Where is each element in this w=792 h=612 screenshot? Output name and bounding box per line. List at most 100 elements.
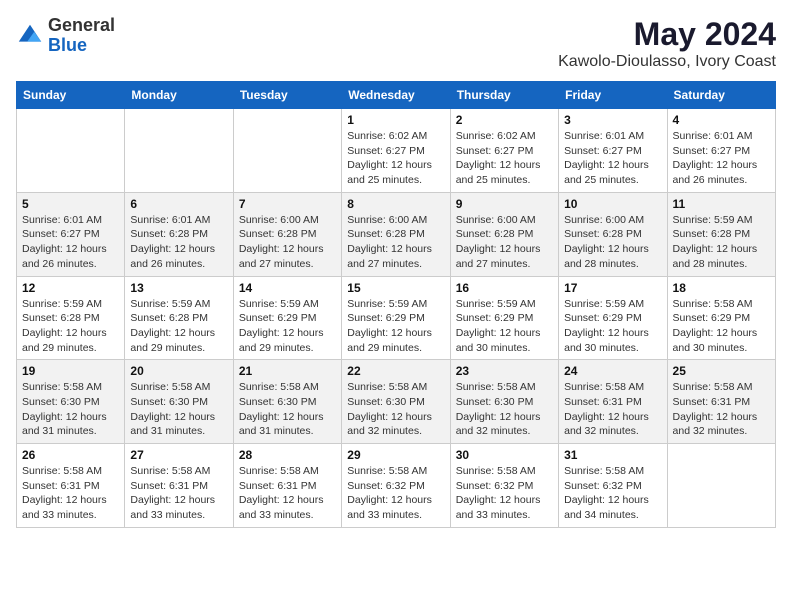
logo-general-text: General xyxy=(48,16,115,36)
day-number: 13 xyxy=(130,281,227,295)
calendar-header-thursday: Thursday xyxy=(450,82,558,109)
calendar-cell: 16Sunrise: 5:59 AMSunset: 6:29 PMDayligh… xyxy=(450,276,558,360)
calendar-cell xyxy=(233,109,341,193)
calendar-cell: 20Sunrise: 5:58 AMSunset: 6:30 PMDayligh… xyxy=(125,360,233,444)
day-info: Sunrise: 6:00 AMSunset: 6:28 PMDaylight:… xyxy=(456,213,553,272)
calendar-cell: 15Sunrise: 5:59 AMSunset: 6:29 PMDayligh… xyxy=(342,276,450,360)
calendar-header-sunday: Sunday xyxy=(17,82,125,109)
day-info: Sunrise: 5:59 AMSunset: 6:28 PMDaylight:… xyxy=(130,297,227,356)
month-title: May 2024 xyxy=(558,16,776,53)
day-number: 11 xyxy=(673,197,770,211)
day-info: Sunrise: 6:02 AMSunset: 6:27 PMDaylight:… xyxy=(456,129,553,188)
calendar-week-row: 19 Sunrise: 5:58 AMSunset: 6:30 PMDayligh… xyxy=(17,360,776,444)
day-info: Sunrise: 5:59 AMSunset: 6:29 PMDaylight:… xyxy=(456,297,553,356)
day-info: Sunrise: 5:58 AMSunset: 6:30 PMDaylight:… xyxy=(456,380,553,439)
calendar-cell: 28 Sunrise: 5:58 AMSunset: 6:31 PMDayligh… xyxy=(233,444,341,528)
calendar-cell: 22 Sunrise: 5:58 AMSunset: 6:30 PMDayligh… xyxy=(342,360,450,444)
calendar-header-monday: Monday xyxy=(125,82,233,109)
calendar-cell xyxy=(125,109,233,193)
day-info: Sunrise: 5:58 AMSunset: 6:31 PMDaylight:… xyxy=(673,380,770,439)
day-number: 20 xyxy=(130,364,227,378)
day-info: Sunrise: 6:02 AMSunset: 6:27 PMDaylight:… xyxy=(347,129,444,188)
day-number: 6 xyxy=(130,197,227,211)
calendar-cell: 25 Sunrise: 5:58 AMSunset: 6:31 PMDayligh… xyxy=(667,360,775,444)
day-number: 21 xyxy=(239,364,336,378)
day-number: 7 xyxy=(239,197,336,211)
day-info: Sunrise: 5:58 AMSunset: 6:31 PMDaylight:… xyxy=(130,464,227,523)
calendar-cell: 1 Sunrise: 6:02 AMSunset: 6:27 PMDaylight… xyxy=(342,109,450,193)
day-number: 28 xyxy=(239,448,336,462)
calendar-cell: 3 Sunrise: 6:01 AMSunset: 6:27 PMDaylight… xyxy=(559,109,667,193)
day-info: Sunrise: 6:01 AMSunset: 6:27 PMDaylight:… xyxy=(673,129,770,188)
calendar-week-row: 5 Sunrise: 6:01 AMSunset: 6:27 PMDaylight… xyxy=(17,192,776,276)
day-info: Sunrise: 5:59 AMSunset: 6:29 PMDaylight:… xyxy=(239,297,336,356)
day-info: Sunrise: 5:59 AMSunset: 6:29 PMDaylight:… xyxy=(564,297,661,356)
day-info: Sunrise: 5:58 AMSunset: 6:31 PMDaylight:… xyxy=(22,464,119,523)
calendar-cell: 31Sunrise: 5:58 AMSunset: 6:32 PMDayligh… xyxy=(559,444,667,528)
day-info: Sunrise: 5:58 AMSunset: 6:32 PMDaylight:… xyxy=(347,464,444,523)
calendar-cell: 29Sunrise: 5:58 AMSunset: 6:32 PMDayligh… xyxy=(342,444,450,528)
day-info: Sunrise: 5:58 AMSunset: 6:30 PMDaylight:… xyxy=(22,380,119,439)
day-number: 5 xyxy=(22,197,119,211)
calendar-cell: 13 Sunrise: 5:59 AMSunset: 6:28 PMDayligh… xyxy=(125,276,233,360)
day-number: 14 xyxy=(239,281,336,295)
calendar-cell: 11 Sunrise: 5:59 AMSunset: 6:28 PMDayligh… xyxy=(667,192,775,276)
calendar-cell: 9 Sunrise: 6:00 AMSunset: 6:28 PMDaylight… xyxy=(450,192,558,276)
calendar-header-friday: Friday xyxy=(559,82,667,109)
day-number: 19 xyxy=(22,364,119,378)
page-header: General Blue May 2024 Kawolo-Dioulasso, … xyxy=(16,16,776,71)
calendar-cell: 7 Sunrise: 6:00 AMSunset: 6:28 PMDaylight… xyxy=(233,192,341,276)
calendar-header-row: SundayMondayTuesdayWednesdayThursdayFrid… xyxy=(17,82,776,109)
day-number: 9 xyxy=(456,197,553,211)
day-number: 18 xyxy=(673,281,770,295)
calendar-week-row: 26 Sunrise: 5:58 AMSunset: 6:31 PMDayligh… xyxy=(17,444,776,528)
calendar-cell: 17 Sunrise: 5:59 AMSunset: 6:29 PMDayligh… xyxy=(559,276,667,360)
day-info: Sunrise: 6:00 AMSunset: 6:28 PMDaylight:… xyxy=(239,213,336,272)
day-info: Sunrise: 6:01 AMSunset: 6:27 PMDaylight:… xyxy=(22,213,119,272)
calendar-cell: 23 Sunrise: 5:58 AMSunset: 6:30 PMDayligh… xyxy=(450,360,558,444)
day-number: 15 xyxy=(347,281,444,295)
calendar-cell xyxy=(17,109,125,193)
logo: General Blue xyxy=(16,16,115,56)
logo-text: General Blue xyxy=(48,16,115,56)
day-info: Sunrise: 6:00 AMSunset: 6:28 PMDaylight:… xyxy=(347,213,444,272)
day-number: 4 xyxy=(673,113,770,127)
day-number: 8 xyxy=(347,197,444,211)
calendar-cell: 19 Sunrise: 5:58 AMSunset: 6:30 PMDayligh… xyxy=(17,360,125,444)
calendar-week-row: 12Sunrise: 5:59 AMSunset: 6:28 PMDayligh… xyxy=(17,276,776,360)
day-number: 24 xyxy=(564,364,661,378)
calendar-cell: 18Sunrise: 5:58 AMSunset: 6:29 PMDayligh… xyxy=(667,276,775,360)
day-info: Sunrise: 5:58 AMSunset: 6:31 PMDaylight:… xyxy=(239,464,336,523)
calendar-cell: 6 Sunrise: 6:01 AMSunset: 6:28 PMDaylight… xyxy=(125,192,233,276)
day-info: Sunrise: 6:01 AMSunset: 6:28 PMDaylight:… xyxy=(130,213,227,272)
calendar-header-tuesday: Tuesday xyxy=(233,82,341,109)
calendar-cell xyxy=(667,444,775,528)
day-number: 25 xyxy=(673,364,770,378)
day-number: 23 xyxy=(456,364,553,378)
calendar-cell: 4 Sunrise: 6:01 AMSunset: 6:27 PMDaylight… xyxy=(667,109,775,193)
day-info: Sunrise: 5:59 AMSunset: 6:28 PMDaylight:… xyxy=(22,297,119,356)
day-info: Sunrise: 6:00 AMSunset: 6:28 PMDaylight:… xyxy=(564,213,661,272)
calendar-cell: 10 Sunrise: 6:00 AMSunset: 6:28 PMDayligh… xyxy=(559,192,667,276)
day-info: Sunrise: 5:58 AMSunset: 6:30 PMDaylight:… xyxy=(347,380,444,439)
calendar-cell: 5 Sunrise: 6:01 AMSunset: 6:27 PMDaylight… xyxy=(17,192,125,276)
calendar-table: SundayMondayTuesdayWednesdayThursdayFrid… xyxy=(16,81,776,528)
day-info: Sunrise: 5:58 AMSunset: 6:32 PMDaylight:… xyxy=(564,464,661,523)
day-number: 10 xyxy=(564,197,661,211)
calendar-header-saturday: Saturday xyxy=(667,82,775,109)
day-info: Sunrise: 5:59 AMSunset: 6:28 PMDaylight:… xyxy=(673,213,770,272)
day-number: 30 xyxy=(456,448,553,462)
day-info: Sunrise: 5:58 AMSunset: 6:32 PMDaylight:… xyxy=(456,464,553,523)
calendar-header-wednesday: Wednesday xyxy=(342,82,450,109)
day-number: 3 xyxy=(564,113,661,127)
calendar-cell: 2 Sunrise: 6:02 AMSunset: 6:27 PMDaylight… xyxy=(450,109,558,193)
calendar-cell: 8 Sunrise: 6:00 AMSunset: 6:28 PMDaylight… xyxy=(342,192,450,276)
day-number: 26 xyxy=(22,448,119,462)
day-number: 17 xyxy=(564,281,661,295)
calendar-cell: 26 Sunrise: 5:58 AMSunset: 6:31 PMDayligh… xyxy=(17,444,125,528)
day-info: Sunrise: 6:01 AMSunset: 6:27 PMDaylight:… xyxy=(564,129,661,188)
day-number: 2 xyxy=(456,113,553,127)
day-number: 22 xyxy=(347,364,444,378)
day-number: 1 xyxy=(347,113,444,127)
day-info: Sunrise: 5:58 AMSunset: 6:31 PMDaylight:… xyxy=(564,380,661,439)
